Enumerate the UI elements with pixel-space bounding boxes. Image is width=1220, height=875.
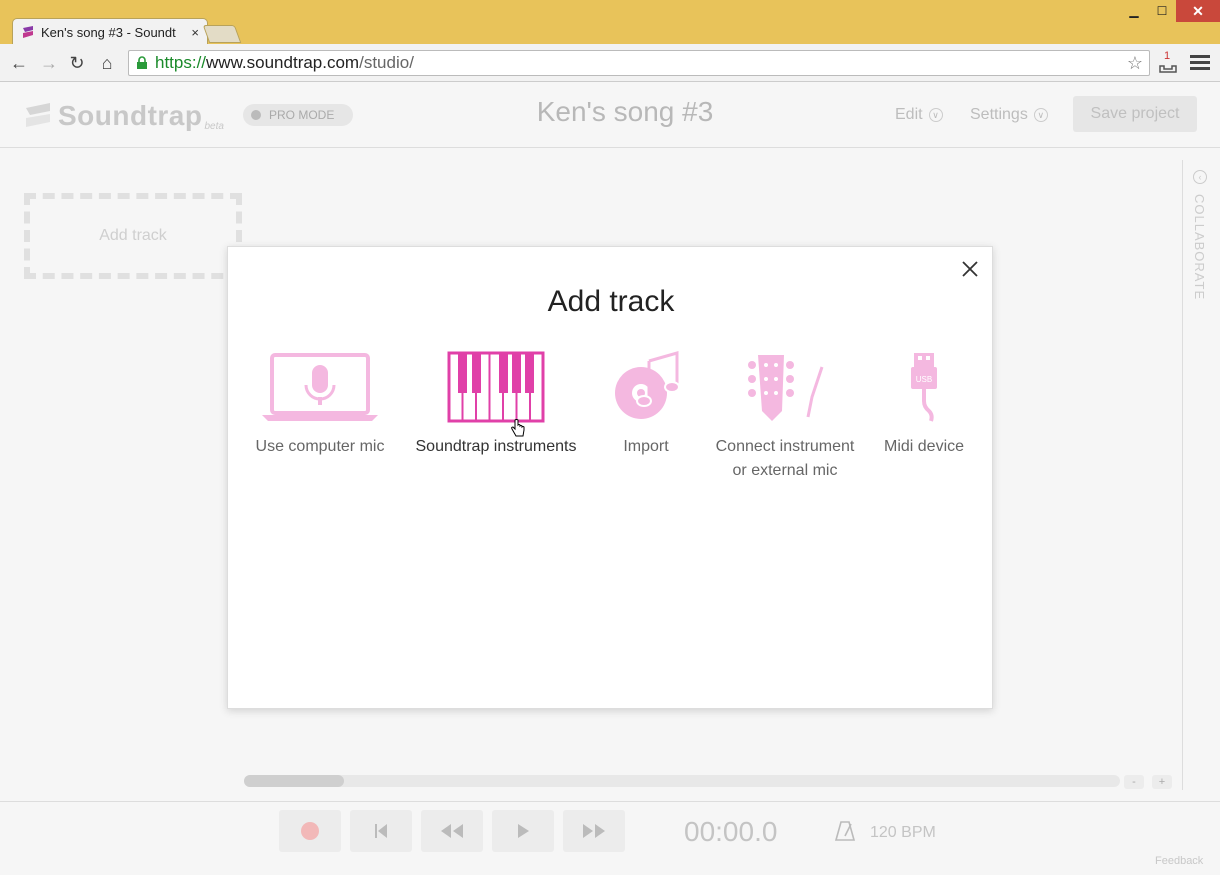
piano-keys-icon xyxy=(447,351,545,423)
chevron-left-icon[interactable]: ‹ xyxy=(1193,170,1207,184)
extension-icon[interactable]: 1 xyxy=(1158,50,1180,74)
logo-beta: beta xyxy=(204,121,224,132)
edit-menu-label: Edit xyxy=(895,106,923,123)
usb-plug-icon: USB xyxy=(911,353,937,422)
lock-icon xyxy=(137,56,147,69)
bookmark-star-icon[interactable]: ☆ xyxy=(1127,53,1143,74)
soundtrap-favicon-icon xyxy=(23,26,33,38)
record-icon xyxy=(301,822,319,840)
play-button[interactable] xyxy=(492,810,554,852)
tab-strip: Ken's song #3 - Soundt × ▁ ☐ ✕ xyxy=(0,0,1220,45)
inbox-tray-icon xyxy=(1159,65,1177,73)
metronome-icon[interactable] xyxy=(834,820,856,842)
hand-pointer-icon xyxy=(511,419,525,437)
transport-bar: 00:00.0 120 BPM Feedback xyxy=(0,801,1220,875)
tab-close-icon[interactable]: × xyxy=(191,25,199,40)
chevron-down-icon: ∨ xyxy=(1033,108,1048,122)
play-icon xyxy=(518,824,529,838)
option-label: Connect instrument or external mic xyxy=(710,435,860,483)
chrome-menu-icon[interactable] xyxy=(1190,52,1210,74)
new-tab-button[interactable] xyxy=(202,25,242,43)
settings-menu[interactable]: Settings ∨ xyxy=(970,106,1048,124)
reload-icon[interactable]: ↻ xyxy=(66,52,88,74)
svg-text:USB: USB xyxy=(916,375,932,384)
guitar-headstock-icon xyxy=(748,355,824,421)
rewind-button[interactable] xyxy=(421,810,483,852)
song-title[interactable]: Ken's song #3 xyxy=(450,96,800,128)
soundtrap-logo[interactable]: Soundtrap beta xyxy=(24,100,224,132)
soundtrap-logo-icon xyxy=(26,103,50,127)
forward-arrow-icon[interactable]: → xyxy=(38,52,60,74)
url-scheme: https:// xyxy=(155,53,207,72)
rewind-icon xyxy=(441,824,463,838)
url-text: https://www.soundtrap.com/studio/ xyxy=(155,53,414,73)
address-bar[interactable]: https://www.soundtrap.com/studio/ ☆ xyxy=(128,50,1150,76)
chevron-down-icon: ∨ xyxy=(928,108,943,122)
pro-mode-toggle[interactable]: PRO MODE xyxy=(243,104,353,126)
option-label: Use computer mic xyxy=(255,438,385,455)
browser-window: Ken's song #3 - Soundt × ▁ ☐ ✕ ← → ↻ ⌂ h… xyxy=(0,0,1220,875)
close-window-icon[interactable]: ✕ xyxy=(1176,0,1220,22)
url-path: /studio/ xyxy=(359,53,414,72)
option-computer-mic[interactable]: Use computer mic xyxy=(255,351,385,459)
option-midi-device[interactable]: USB Midi device xyxy=(878,351,970,459)
back-arrow-icon[interactable]: ← xyxy=(8,52,30,74)
option-connect-instrument[interactable]: Connect instrument or external mic xyxy=(710,351,860,483)
time-display: 00:00.0 xyxy=(684,816,778,847)
minimize-icon[interactable]: ▁ xyxy=(1120,0,1148,22)
skip-to-start-button[interactable] xyxy=(350,810,412,852)
laptop-mic-icon xyxy=(262,353,378,421)
option-soundtrap-instruments[interactable]: Soundtrap instruments xyxy=(411,351,581,459)
fast-forward-button[interactable] xyxy=(563,810,625,852)
fast-forward-icon xyxy=(583,824,605,838)
option-label-line1: Connect instrument xyxy=(715,438,855,455)
browser-tab[interactable]: Ken's song #3 - Soundt × xyxy=(12,18,208,45)
window-controls: ▁ ☐ ✕ xyxy=(1120,0,1220,22)
option-label-line2: or external mic xyxy=(732,462,838,479)
skip-back-icon xyxy=(375,824,387,838)
import-music-icon xyxy=(615,351,679,419)
edit-menu[interactable]: Edit ∨ xyxy=(895,106,943,124)
zoom-out-button[interactable]: - xyxy=(1124,775,1144,789)
option-import[interactable]: Import xyxy=(606,351,686,459)
scrollbar-thumb[interactable] xyxy=(244,775,344,787)
home-icon[interactable]: ⌂ xyxy=(96,52,118,74)
url-host: www.soundtrap.com xyxy=(206,53,360,72)
browser-toolbar: ← → ↻ ⌂ https://www.soundtrap.com/studio… xyxy=(0,44,1220,82)
option-label: Midi device xyxy=(883,438,965,455)
bpm-display[interactable]: 120 BPM xyxy=(870,824,936,842)
save-project-button[interactable]: Save project xyxy=(1073,96,1197,132)
settings-menu-label: Settings xyxy=(970,106,1028,123)
maximize-icon[interactable]: ☐ xyxy=(1148,0,1176,22)
close-icon[interactable] xyxy=(962,261,978,277)
logo-text: Soundtrap xyxy=(58,100,203,131)
studio-header: Soundtrap beta PRO MODE Ken's song #3 Ed… xyxy=(0,82,1220,148)
record-button[interactable] xyxy=(279,810,341,852)
modal-title: Add track xyxy=(547,285,675,318)
tab-title: Ken's song #3 - Soundt xyxy=(41,24,176,40)
toggle-dot-icon xyxy=(251,110,261,120)
pro-mode-label: PRO MODE xyxy=(269,108,335,122)
collaborate-label: COLLABORATE xyxy=(1192,194,1207,301)
collaborate-panel[interactable]: ‹ COLLABORATE xyxy=(1182,160,1220,790)
add-track-slot[interactable]: Add track xyxy=(24,193,242,279)
feedback-link[interactable]: Feedback xyxy=(1155,855,1203,867)
option-label: Import xyxy=(623,438,669,455)
horizontal-scrollbar[interactable] xyxy=(244,775,1120,787)
zoom-in-button[interactable]: + xyxy=(1152,775,1172,789)
option-label: Soundtrap instruments xyxy=(415,438,577,455)
add-track-modal: Add track Use computer mic Soundtrap ins… xyxy=(227,246,993,709)
